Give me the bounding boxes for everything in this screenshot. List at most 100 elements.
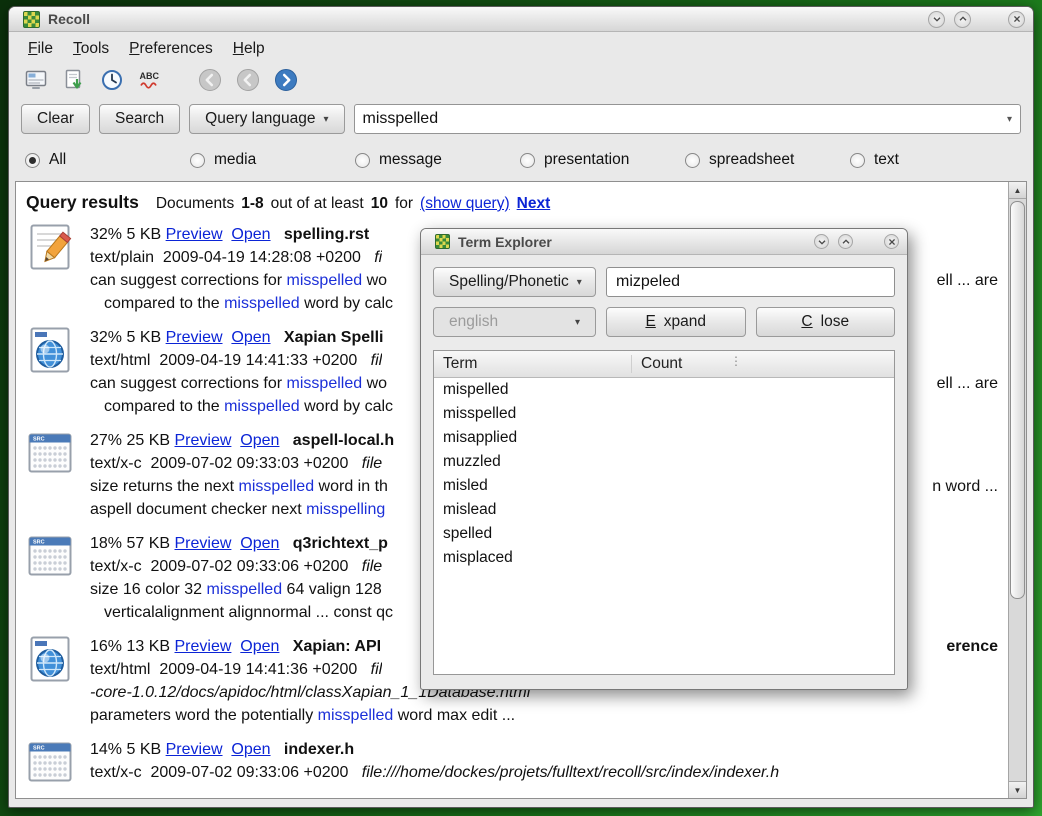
term-cell: mislead [434, 501, 631, 519]
term-input[interactable]: mizpeled [606, 267, 895, 297]
recoll-app-icon [435, 234, 450, 249]
close-button[interactable]: Close [756, 307, 896, 337]
text-segment: word by calc [300, 295, 393, 312]
term-table-header[interactable]: Term Count ⋮ [434, 351, 894, 378]
query-language-label: Query language [205, 110, 315, 128]
show-query-link[interactable]: (show query) [420, 195, 510, 213]
preview-link[interactable]: Preview [175, 535, 232, 552]
doc-title: Xapian Spelli [284, 329, 384, 346]
prev-page-button[interactable] [235, 67, 261, 93]
text-segment: word by calc [300, 398, 393, 415]
filter-media[interactable]: media [190, 151, 355, 169]
menu-tools[interactable]: Tools [64, 37, 118, 61]
filter-bar: All media message presentation spreadshe… [9, 141, 1033, 181]
count-cell [631, 405, 649, 423]
results-scrollbar[interactable]: ▲ ▼ [1008, 182, 1026, 798]
menu-file[interactable]: File [19, 37, 62, 61]
spellcheck-button[interactable]: ABC [137, 67, 163, 93]
term-row[interactable]: spelled [434, 522, 894, 546]
doc-size: 5 KB [126, 741, 165, 758]
language-combo[interactable]: english ▾ [433, 307, 596, 337]
scroll-down-icon[interactable]: ▼ [1009, 781, 1026, 798]
filter-presentation[interactable]: presentation [520, 151, 685, 169]
dialog-titlebar[interactable]: Term Explorer [421, 229, 907, 255]
preview-link[interactable]: Preview [166, 226, 223, 243]
open-link[interactable]: Open [231, 741, 270, 758]
open-link[interactable]: Open [231, 329, 270, 346]
first-page-button[interactable] [197, 67, 223, 93]
column-resize-handle[interactable]: ⋮ [730, 354, 742, 368]
scroll-up-icon[interactable]: ▲ [1009, 182, 1026, 199]
open-link[interactable]: Open [231, 226, 270, 243]
term-table: Term Count ⋮ mispelled misspelled misapp… [433, 350, 895, 675]
expand-button[interactable]: Expand [606, 307, 746, 337]
close-icon[interactable] [884, 234, 899, 249]
open-link[interactable]: Open [240, 432, 279, 449]
scrollbar-thumb[interactable] [1010, 201, 1025, 599]
query-language-combo[interactable]: Query language ▾ [189, 104, 344, 134]
text-segment [231, 638, 240, 655]
count-cell [631, 477, 649, 495]
preview-link[interactable]: Preview [175, 432, 232, 449]
button-label: lose [821, 313, 849, 331]
preview-link[interactable]: Preview [175, 638, 232, 655]
menu-preferences[interactable]: Preferences [120, 37, 222, 61]
minimize-icon[interactable] [814, 234, 829, 249]
table-button[interactable] [23, 67, 49, 93]
maximize-icon[interactable] [838, 234, 853, 249]
text-segment: can suggest corrections for [90, 272, 287, 289]
term-cell: misplaced [434, 549, 631, 567]
clear-button[interactable]: Clear [21, 104, 90, 134]
preview-link[interactable]: Preview [166, 741, 223, 758]
count-cell [631, 549, 649, 567]
count-column-header[interactable]: Count [631, 355, 894, 373]
relevance-percent: 14% [90, 741, 126, 758]
close-icon[interactable] [1008, 11, 1025, 28]
term-row[interactable]: mislead [434, 498, 894, 522]
term-row[interactable]: muzzled [434, 450, 894, 474]
clock-button[interactable] [99, 67, 125, 93]
document-refresh-button[interactable] [61, 67, 87, 93]
filter-message[interactable]: message [355, 151, 520, 169]
open-link[interactable]: Open [240, 638, 279, 655]
term-column-header[interactable]: Term [434, 355, 631, 373]
svg-text:SRC: SRC [33, 437, 45, 443]
term-row[interactable]: misapplied [434, 426, 894, 450]
radio-icon [25, 153, 40, 168]
query-input[interactable]: misspelled ▾ [354, 104, 1021, 134]
minimize-icon[interactable] [928, 11, 945, 28]
source-file-icon: SRC [26, 532, 74, 580]
highlighted-term: misspelled [239, 478, 315, 495]
term-row[interactable]: misspelled [434, 402, 894, 426]
window-titlebar[interactable]: Recoll [9, 7, 1033, 32]
filter-spreadsheet[interactable]: spreadsheet [685, 151, 850, 169]
preview-link[interactable]: Preview [166, 329, 223, 346]
first-page-icon [198, 68, 222, 92]
text-segment [271, 329, 284, 346]
text-segment: wo [362, 272, 387, 289]
menu-accel: T [73, 40, 81, 57]
doc-title: aspell-local.h [293, 432, 394, 449]
search-button[interactable]: Search [99, 104, 180, 134]
menu-label: ools [81, 40, 109, 57]
maximize-icon[interactable] [954, 11, 971, 28]
next-page-button[interactable] [273, 67, 299, 93]
term-row[interactable]: misled [434, 474, 894, 498]
text-segment [279, 638, 292, 655]
html-file-icon [26, 326, 74, 374]
term-table-body: mispelled misspelled misapplied muzzled … [434, 378, 894, 674]
chevron-down-icon[interactable]: ▾ [999, 114, 1012, 125]
scrollbar-track[interactable] [1009, 199, 1026, 781]
expansion-mode-combo[interactable]: Spelling/Phonetic ▾ [433, 267, 596, 297]
text-segment: word in th [314, 478, 388, 495]
term-row[interactable]: mispelled [434, 378, 894, 402]
filter-text[interactable]: text [850, 151, 1015, 169]
text-segment: compared to the [104, 398, 224, 415]
term-input-value: mizpeled [616, 273, 680, 291]
term-row[interactable]: misplaced [434, 546, 894, 570]
results-header: Query results Documents 1-8 out of at le… [26, 192, 998, 213]
open-link[interactable]: Open [240, 535, 279, 552]
next-page-link[interactable]: Next [517, 195, 551, 213]
filter-all[interactable]: All [25, 151, 190, 169]
menu-help[interactable]: Help [224, 37, 274, 61]
